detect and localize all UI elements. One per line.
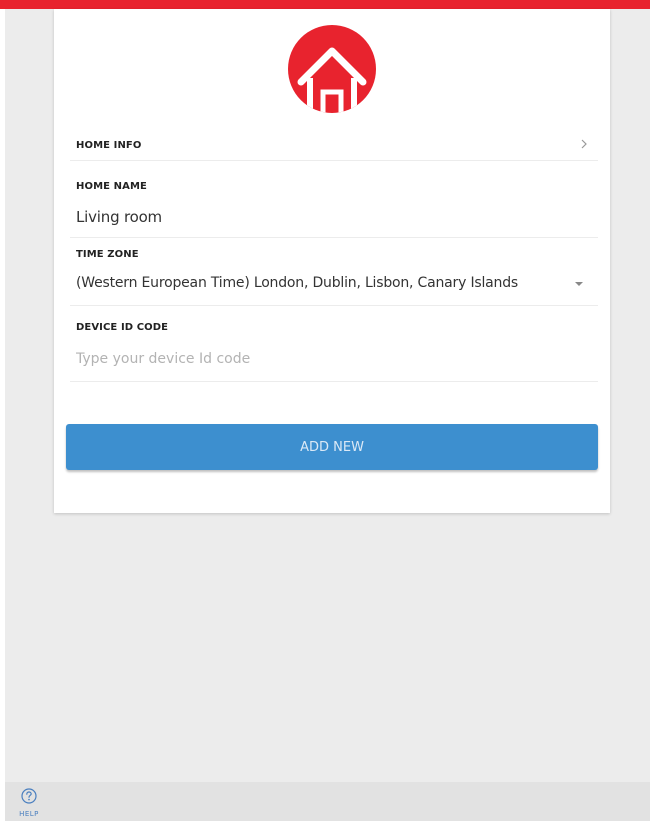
help-button[interactable]: HELP <box>12 788 46 820</box>
device-id-label: DEVICE ID CODE <box>76 322 169 333</box>
dropdown-arrow-icon[interactable] <box>574 281 584 287</box>
device-id-input[interactable] <box>76 346 586 372</box>
time-zone-value[interactable]: (Western European Time) London, Dublin, … <box>76 275 518 291</box>
chevron-right-icon <box>581 139 587 149</box>
time-zone-label: TIME ZONE <box>76 249 139 260</box>
home-name-value[interactable]: Living room <box>76 208 162 226</box>
add-new-button[interactable]: ADD NEW <box>66 424 598 470</box>
home-name-field[interactable]: HOME NAME Living room <box>70 161 598 238</box>
footer-bar: HELP <box>5 782 650 821</box>
help-label: HELP <box>19 810 39 818</box>
time-zone-select[interactable]: TIME ZONE (Western European Time) London… <box>70 238 598 306</box>
home-info-row[interactable]: HOME INFO <box>70 129 598 161</box>
home-name-label: HOME NAME <box>76 181 147 192</box>
home-logo <box>288 25 376 113</box>
add-home-card: HOME INFO HOME NAME Living room TIME ZON… <box>54 9 610 513</box>
question-circle-icon <box>21 788 37 804</box>
home-info-label: HOME INFO <box>76 140 142 151</box>
device-id-field: DEVICE ID CODE <box>70 306 598 382</box>
page-background: HOME INFO HOME NAME Living room TIME ZON… <box>5 9 650 821</box>
home-icon <box>297 47 367 113</box>
top-accent-bar <box>0 0 650 9</box>
